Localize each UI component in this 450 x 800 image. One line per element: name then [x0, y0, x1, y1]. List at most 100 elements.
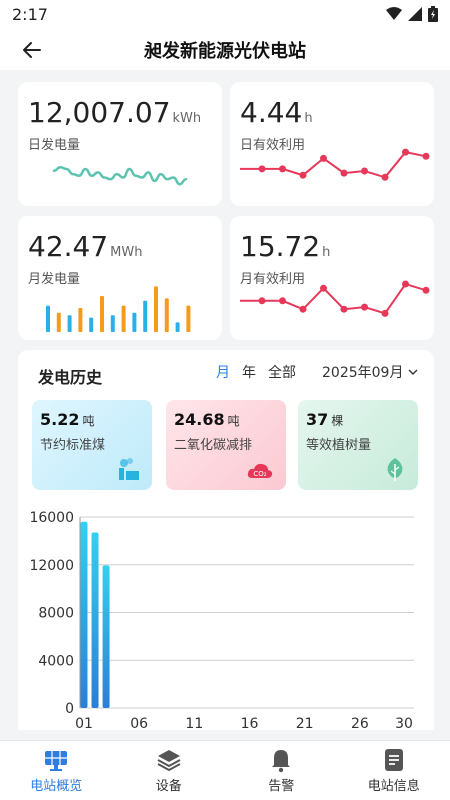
monthly-hours-point-2: [299, 305, 307, 313]
sparkline-path: [52, 166, 188, 186]
status-bar: 2:17: [0, 0, 450, 30]
status-time: 2:17: [12, 5, 48, 24]
app-bar: 昶发新能源光伏电站: [0, 30, 450, 70]
page-title: 昶发新能源光伏电站: [144, 41, 306, 62]
coal-saving-value: 5.22 吨: [40, 410, 95, 429]
daily-hours-point-1: [279, 165, 286, 173]
history-title: 发电历史: [38, 368, 103, 387]
nav-label-overview: 电站概览: [30, 779, 83, 794]
document-icon: [384, 749, 403, 771]
tab-all[interactable]: 全部: [268, 362, 296, 382]
daily-hours-point-8: [422, 152, 430, 160]
tab-month[interactable]: 月: [216, 362, 230, 382]
x-tick-label: 16: [241, 716, 259, 730]
monthly-bar-13: [186, 305, 191, 332]
history-bar-day-3: [102, 565, 110, 708]
nav-label-alarms: 告警: [268, 779, 295, 794]
co2-reduction-label: 二氧化碳减排: [174, 438, 253, 453]
wifi-icon: [386, 7, 402, 20]
daily-hours-point-3: [320, 154, 327, 162]
monthly-hours-card[interactable]: 15.72 h 月有效利用: [230, 216, 434, 340]
y-tick-label: 0: [65, 701, 74, 717]
x-tick-label: 06: [130, 716, 148, 730]
monthly-bar-4: [89, 317, 94, 332]
factory-icon: [119, 458, 139, 480]
y-tick-label: 12000: [29, 558, 74, 574]
nav-devices[interactable]: 设备: [113, 741, 226, 800]
monthly-hours-point-4: [340, 305, 348, 313]
x-tick-label: 01: [75, 716, 93, 730]
daily-hours-linechart: [240, 148, 430, 181]
monthly-bar-7: [121, 305, 126, 332]
nav-label-devices: 设备: [155, 779, 182, 794]
monthly-bar-6: [110, 315, 115, 332]
x-tick-label: 21: [296, 716, 314, 730]
monthly-bar-0: [46, 305, 50, 332]
history-bar-day-1: [80, 521, 88, 708]
tree-planting-unit: 棵: [331, 414, 344, 428]
nav-station-info[interactable]: 电站信息: [338, 741, 450, 800]
tab-year[interactable]: 年: [242, 362, 256, 382]
monthly-bar-8: [132, 312, 137, 332]
coal-saving-number: 5.22: [40, 410, 80, 429]
nav-alarms[interactable]: 告警: [225, 741, 338, 800]
history-bar-chart: 0 4000 8000 12000 16000 01 06 11 16 21 26 30: [29, 510, 414, 730]
monthly-hours-linechart: [240, 280, 430, 317]
daily-hours-point-7: [402, 148, 409, 156]
monthly-bar-10: [154, 286, 158, 332]
monthly-bar-9: [143, 300, 148, 332]
y-tick-label: 16000: [29, 510, 74, 526]
monthly-bar-1: [56, 312, 61, 332]
daily-hours-point-4: [340, 169, 348, 177]
monthly-hours-point-1: [279, 297, 286, 305]
history-bar-day-2: [91, 532, 99, 708]
tree-planting-card: 37 棵 等效植树量: [298, 400, 418, 490]
monthly-energy-barchart: [46, 286, 191, 332]
x-tick-label: 26: [351, 716, 369, 730]
daily-hours-line: [240, 150, 427, 179]
monthly-hours-point-5: [361, 303, 368, 311]
nav-label-info: 电站信息: [367, 779, 420, 794]
tree-planting-value: 37 棵: [306, 410, 343, 429]
solar-panel-icon: [45, 751, 68, 771]
monthly-hours-point-7: [402, 280, 409, 288]
daily-hours-point-5: [361, 167, 368, 175]
y-tick-label: 4000: [38, 653, 74, 669]
monthly-bar-12: [175, 322, 180, 332]
month-selector[interactable]: 2025年09月: [322, 362, 419, 382]
period-tabs: 月 年 全部: [216, 362, 296, 382]
daily-energy-sparkline: [52, 166, 188, 186]
coal-saving-card: 5.22 吨 节约标准煤: [32, 400, 152, 490]
layers-icon: [157, 750, 181, 772]
status-icons: [386, 6, 438, 22]
tree-planting-number: 37: [306, 410, 329, 429]
daily-energy-card[interactable]: 12,007.07 kWh 日发电量: [18, 82, 222, 206]
coal-saving-unit: 吨: [82, 414, 95, 428]
monthly-hours-point-8: [422, 286, 430, 294]
bell-icon: [272, 750, 291, 773]
monthly-hours-line: [240, 282, 427, 315]
bottom-nav: 电站概览 设备 告警 电站信息: [0, 740, 450, 800]
co2-reduction-value: 24.68 吨: [174, 410, 240, 429]
co2-cloud-icon: CO₂: [247, 463, 273, 478]
month-selector-value: 2025年09月: [322, 365, 404, 381]
co2-icon-text: CO₂: [253, 470, 266, 478]
monthly-hours-point-3: [320, 284, 327, 292]
monthly-energy-card[interactable]: 42.47 MWh 月发电量: [18, 216, 222, 340]
daily-hours-card[interactable]: 4.44 h 日有效利用: [230, 82, 434, 206]
monthly-bar-3: [78, 308, 83, 332]
monthly-bar-2: [67, 315, 72, 332]
tree-planting-label: 等效植树量: [306, 438, 372, 453]
generation-history-panel: 发电历史 月 年 全部 2025年09月 5.22 吨 节约标准煤 24.68 吨 …: [18, 350, 434, 730]
nav-station-overview[interactable]: 电站概览: [0, 741, 113, 800]
x-tick-label: 11: [185, 716, 203, 730]
co2-reduction-unit: 吨: [227, 414, 240, 428]
monthly-hours-point-6: [381, 309, 389, 317]
daily-hours-point-0: [258, 165, 266, 173]
battery-icon: [428, 6, 438, 22]
daily-hours-point-6: [381, 173, 389, 181]
co2-reduction-number: 24.68: [174, 410, 225, 429]
chevron-down-icon: [408, 369, 418, 375]
daily-hours-point-2: [299, 171, 307, 179]
y-tick-label: 8000: [38, 606, 74, 622]
